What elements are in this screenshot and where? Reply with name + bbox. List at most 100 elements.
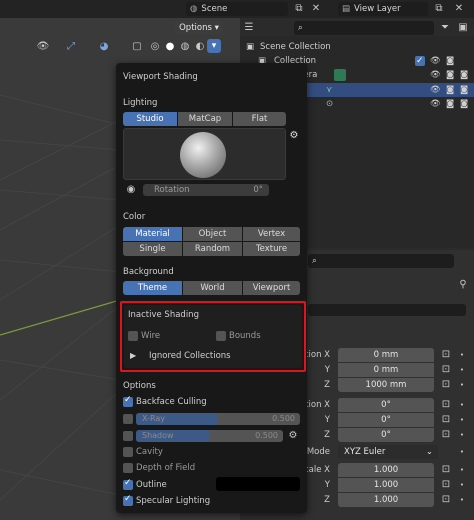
object-name-field[interactable] — [308, 304, 466, 316]
lock-icon[interactable]: ⊡ — [440, 398, 452, 412]
lighting-studio-tab[interactable]: Studio — [123, 112, 177, 126]
copy-scene-icon[interactable]: ⧉ — [292, 2, 306, 16]
camera-data-icon — [334, 69, 346, 81]
cavity-checkbox[interactable] — [123, 447, 133, 457]
gear-icon[interactable]: ⚙ — [287, 129, 301, 143]
keyframe-dot-icon[interactable]: • — [456, 478, 468, 492]
eye-icon[interactable]: 👁 — [430, 83, 441, 97]
background-world-tab[interactable]: World — [183, 281, 242, 295]
color-vertex-option[interactable]: Vertex — [243, 227, 300, 241]
properties-search-input[interactable]: ⌕ — [308, 254, 454, 268]
keyframe-dot-icon[interactable]: • — [456, 363, 468, 377]
scene-collection-label: Scene Collection — [260, 42, 331, 52]
lock-icon[interactable]: ⊡ — [440, 463, 452, 477]
location-x-field[interactable]: 0 mm — [338, 348, 434, 362]
specular-lighting-checkbox[interactable] — [123, 494, 133, 506]
outliner-filter-icon[interactable]: ☰ — [242, 21, 256, 35]
world-icon[interactable]: ◉ — [124, 183, 138, 197]
scale-x-field[interactable]: 1.000 — [338, 463, 434, 477]
pin-icon[interactable]: ⚲ — [456, 278, 470, 292]
keyframe-dot-icon[interactable]: • — [456, 348, 468, 362]
outline-checkbox[interactable] — [123, 478, 133, 490]
lock-icon[interactable]: ⊡ — [440, 493, 452, 507]
lighting-matcap-tab[interactable]: MatCap — [178, 112, 232, 126]
background-viewport-tab[interactable]: Viewport — [243, 281, 300, 295]
depth-of-field-checkbox[interactable] — [123, 463, 133, 473]
eye-icon[interactable]: 👁 — [430, 97, 441, 111]
solid-shading-icon[interactable]: ● — [163, 40, 177, 54]
outliner-search-input[interactable]: ⌕ — [294, 21, 434, 35]
lock-icon[interactable]: ⊡ — [440, 428, 452, 442]
xray-alpha-slider[interactable]: X-Ray 0.500 — [136, 413, 300, 425]
color-texture-option[interactable]: Texture — [243, 242, 300, 256]
collection-include-checkbox[interactable] — [415, 54, 425, 68]
render-icon[interactable]: ◙ — [460, 83, 468, 97]
scene-selector[interactable]: ◍ Scene — [186, 2, 288, 16]
scale-y-field[interactable]: 1.000 — [338, 478, 434, 492]
keyframe-dot-icon[interactable]: • — [456, 445, 468, 459]
shadow-checkbox[interactable] — [123, 431, 133, 441]
filter-funnel-icon[interactable]: ⏷ — [438, 21, 452, 35]
lighting-flat-tab[interactable]: Flat — [233, 112, 286, 126]
material-preview-icon[interactable]: ◍ — [178, 40, 192, 54]
color-random-option[interactable]: Random — [183, 242, 242, 256]
render-icon[interactable]: ◙ — [460, 97, 468, 111]
lock-icon[interactable]: ⊡ — [440, 378, 452, 392]
studio-light-preview[interactable] — [123, 128, 286, 180]
lock-icon[interactable]: ⊡ — [440, 478, 452, 492]
keyframe-dot-icon[interactable]: • — [456, 378, 468, 392]
lock-icon[interactable]: ⊡ — [440, 348, 452, 362]
location-y-field[interactable]: 0 mm — [338, 363, 434, 377]
lock-icon[interactable]: ⊡ — [440, 413, 452, 427]
eye-icon[interactable]: 👁 — [430, 54, 441, 68]
keyframe-dot-icon[interactable]: • — [456, 463, 468, 477]
bounds-checkbox[interactable] — [216, 331, 226, 341]
render-icon[interactable]: ◙ — [460, 68, 468, 82]
eye-icon[interactable]: 👁 — [430, 68, 441, 82]
ignored-collections-label[interactable]: Ignored Collections — [149, 350, 231, 362]
close-view-layer-icon[interactable]: ✕ — [452, 2, 466, 16]
location-z-field[interactable]: 1000 mm — [338, 378, 434, 392]
wireframe-shading-icon[interactable]: ◎ — [148, 40, 162, 54]
wire-checkbox[interactable] — [128, 331, 138, 341]
color-material-option[interactable]: Material — [123, 227, 182, 241]
shading-dropdown-chevron-icon[interactable]: ▾ — [207, 39, 221, 53]
camera-render-icon[interactable]: ◙ — [446, 97, 454, 111]
color-object-option[interactable]: Object — [183, 227, 242, 241]
keyframe-dot-icon[interactable]: • — [456, 413, 468, 427]
camera-render-icon[interactable]: ◙ — [446, 83, 454, 97]
background-theme-tab[interactable]: Theme — [123, 281, 182, 295]
view-layer-selector[interactable]: ▤ View Layer — [338, 2, 428, 16]
xray-checkbox[interactable] — [123, 414, 133, 424]
rotation-x-field[interactable]: 0° — [338, 398, 434, 412]
camera-render-icon[interactable]: ◙ — [446, 54, 454, 68]
copy-view-layer-icon[interactable]: ⧉ — [432, 2, 446, 16]
keyframe-dot-icon[interactable]: • — [456, 493, 468, 507]
rotation-mode-value: XYZ Euler — [344, 447, 386, 457]
disclosure-triangle-icon[interactable]: ▶ — [130, 350, 136, 362]
overlays-icon[interactable]: ◕ — [96, 40, 112, 54]
new-collection-icon[interactable]: ▣ — [456, 21, 470, 35]
scale-z-field[interactable]: 1.000 — [338, 493, 434, 507]
rotation-mode-dropdown[interactable]: XYZ Euler ⌄ — [338, 445, 438, 459]
backface-culling-checkbox[interactable] — [123, 395, 133, 407]
xray-toggle-icon[interactable]: ▢ — [130, 40, 144, 54]
keyframe-dot-icon[interactable]: • — [456, 428, 468, 442]
lock-icon[interactable]: ⊡ — [440, 363, 452, 377]
camera-render-icon[interactable]: ◙ — [446, 68, 454, 82]
rotation-y-field[interactable]: 0° — [338, 413, 434, 427]
keyframe-dot-icon[interactable]: • — [456, 398, 468, 412]
color-single-option[interactable]: Single — [123, 242, 182, 256]
gizmo-icon[interactable]: ⤢ — [64, 40, 78, 54]
shadow-settings-gear-icon[interactable]: ⚙ — [286, 429, 300, 443]
close-scene-icon[interactable]: ✕ — [309, 2, 323, 16]
shadow-intensity-slider[interactable]: Shadow 0.500 — [136, 430, 283, 442]
rendered-shading-icon[interactable]: ◐ — [193, 40, 207, 54]
view-layer-name: View Layer — [354, 4, 401, 14]
options-dropdown[interactable]: Options ▾ — [175, 21, 223, 35]
outline-color-swatch[interactable] — [216, 477, 300, 491]
rotation-z-field[interactable]: 0° — [338, 428, 434, 442]
visibility-toggle-icon[interactable]: 👁 — [36, 40, 50, 54]
rotation-field[interactable]: Rotation 0° — [143, 184, 269, 196]
outliner-row-scene-collection[interactable]: ▣ Scene Collection — [240, 40, 474, 54]
